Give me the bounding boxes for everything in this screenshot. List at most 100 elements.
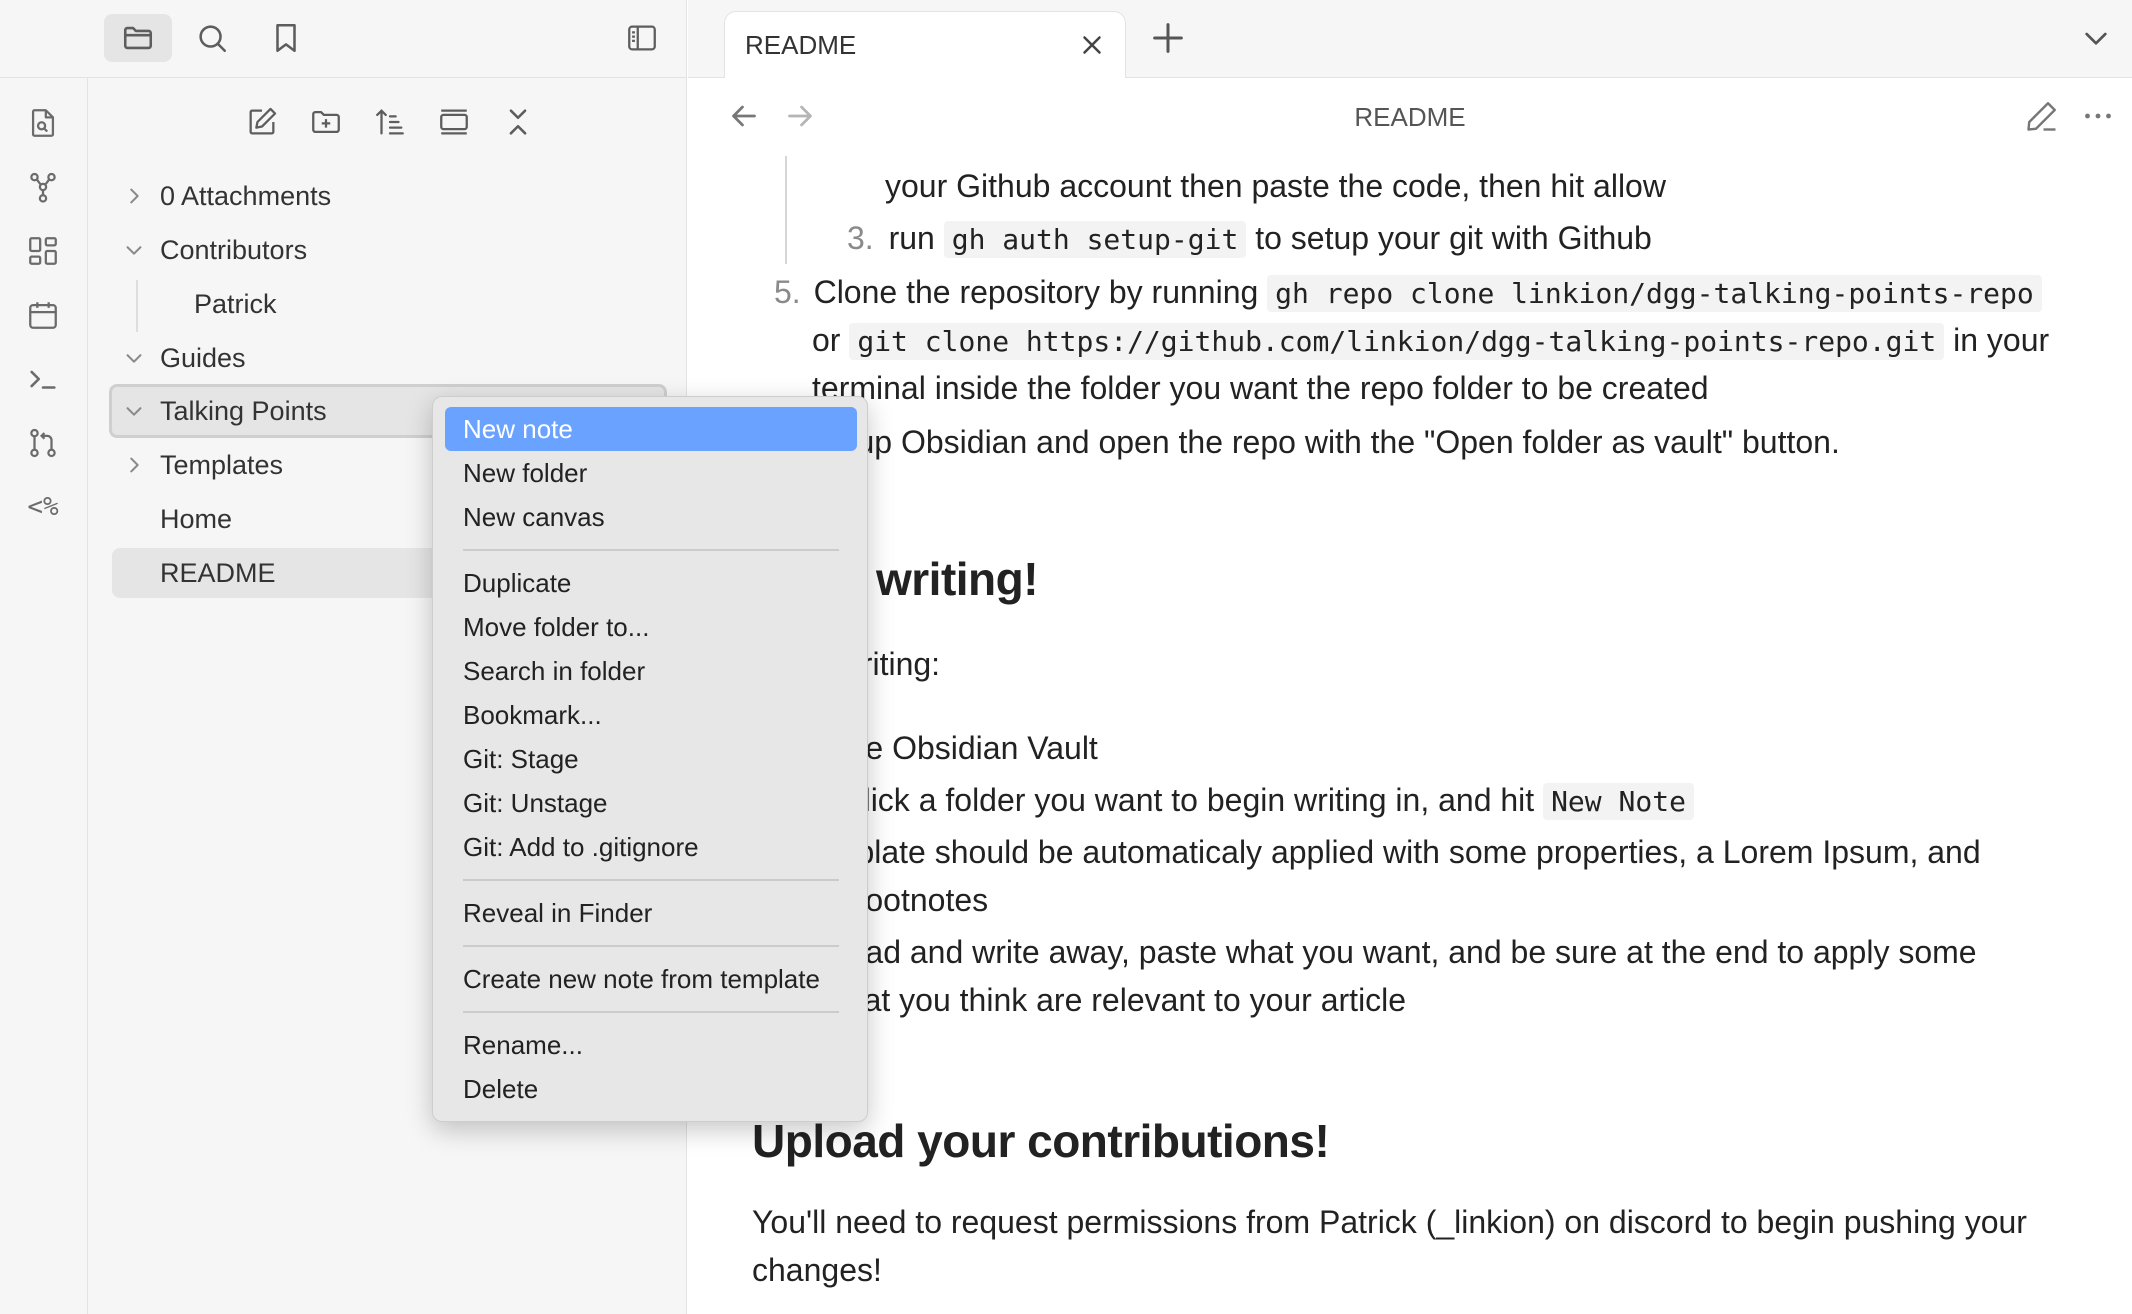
list-item: 3. run gh auth setup-git to setup your g… (847, 220, 1652, 258)
ribbon-git[interactable] (20, 420, 66, 466)
sort-icon (376, 109, 404, 135)
explorer-nav-buttons (238, 98, 542, 146)
folder-icon (123, 26, 153, 50)
ribbon-templater[interactable]: <% (20, 484, 66, 530)
sidebar-toggle-icon (628, 25, 656, 51)
menu-item-git-stage[interactable]: Git: Stage (445, 737, 857, 781)
file-search-icon (31, 109, 55, 137)
chevron-right-icon (112, 454, 156, 476)
close-icon[interactable] (1077, 30, 1107, 60)
sidebar-header (0, 0, 687, 78)
text-line: changes! (752, 1252, 882, 1288)
collapse-all-icon (440, 109, 468, 135)
chevron-down-icon (112, 400, 156, 422)
files-view-button[interactable] (104, 14, 172, 62)
list-item: emplate should be automaticaly applied w… (812, 834, 1981, 870)
sidebar-toggle-button[interactable] (608, 14, 676, 62)
new-folder-button[interactable] (302, 98, 350, 146)
collapse-all-button[interactable] (494, 98, 542, 146)
context-menu: New note New folder New canvas Duplicate… (432, 396, 868, 1122)
tab-title: README (745, 30, 857, 60)
text-line: You'll need to request permissions from … (752, 1204, 2027, 1240)
text-line: s that you think are relevant to your ar… (812, 982, 1407, 1018)
text-line: or git clone https://github.com/linkion/… (812, 322, 2050, 360)
menu-item-new-note[interactable]: New note (445, 407, 857, 451)
tree-folder-contributors[interactable]: Contributors (112, 225, 664, 275)
menu-item-bookmark[interactable]: Bookmark... (445, 693, 857, 737)
menu-separator (463, 945, 839, 947)
ribbon-quick-switcher[interactable] (20, 100, 66, 146)
tree-item-label: Contributors (160, 234, 308, 265)
pencil-icon[interactable] (2024, 98, 2060, 134)
ribbon-canvas[interactable] (20, 228, 66, 274)
menu-item-new-folder[interactable]: New folder (445, 451, 857, 495)
tree-file-patrick[interactable]: Patrick (112, 279, 664, 329)
menu-item-delete[interactable]: Delete (445, 1067, 857, 1111)
menu-item-new-from-template[interactable]: Create new note from template (445, 957, 857, 1001)
ribbon: <% (0, 78, 88, 1314)
view-header: README (688, 78, 2132, 156)
obsidian-window: <% 0 Attachments Contributors Patrick Gu… (0, 0, 2132, 1314)
heading-writing: writing! (876, 553, 1039, 605)
tree-item-label: Patrick (194, 288, 277, 319)
text-line: terminal inside the folder you want the … (812, 370, 1709, 406)
git-pull-request-icon (30, 428, 56, 458)
tree-item-label: 0 Attachments (160, 180, 332, 211)
auto-reveal-button[interactable] (430, 98, 478, 146)
text-line: en up Obsidian and open the repo with th… (812, 424, 1840, 460)
menu-item-git-unstage[interactable]: Git: Unstage (445, 781, 857, 825)
bookmark-icon (276, 23, 296, 53)
inline-code: git clone https://github.com/linkion/dgg… (849, 323, 1945, 360)
calendar-icon (29, 302, 57, 329)
menu-separator (463, 1011, 839, 1013)
view-title: README (1354, 102, 1466, 132)
menu-item-duplicate[interactable]: Duplicate (445, 561, 857, 605)
heading-upload: Upload your contributions! (752, 1115, 1330, 1167)
menu-separator (463, 879, 839, 881)
list-item: 5. Clone the repository by running gh re… (774, 272, 2042, 314)
list-indent-guide (785, 156, 787, 264)
ribbon-graph-view[interactable] (20, 164, 66, 210)
inline-code: gh repo clone linkion/dgg-talking-points… (1267, 275, 2042, 312)
tree-folder-guides[interactable]: Guides (112, 333, 664, 383)
list-number: 5. (774, 274, 801, 310)
search-view-button[interactable] (178, 14, 246, 62)
more-horizontal-icon[interactable] (2080, 98, 2116, 134)
menu-item-rename[interactable]: Rename... (445, 1023, 857, 1067)
tab-readme[interactable]: README (724, 11, 1126, 79)
chevron-down-icon (112, 347, 156, 369)
menu-item-new-canvas[interactable]: New canvas (445, 495, 857, 539)
tree-item-label: Talking Points (160, 395, 327, 426)
menu-item-git-add-gitignore[interactable]: Git: Add to .gitignore (445, 825, 857, 869)
plus-icon[interactable] (1148, 18, 1188, 58)
bookmarks-view-button[interactable] (252, 14, 320, 62)
tab-bar: README (688, 0, 2132, 79)
menu-item-reveal-in-finder[interactable]: Reveal in Finder (445, 891, 857, 935)
menu-item-move-folder[interactable]: Move folder to... (445, 605, 857, 649)
inline-code: gh auth setup-git (943, 221, 1247, 258)
note-content: your Github account then paste the code,… (688, 156, 2132, 1314)
tree-item-label: Guides (160, 342, 246, 373)
text-line: your Github account then paste the code,… (885, 168, 1666, 204)
chevron-down-icon (112, 239, 156, 261)
terminal-icon (30, 370, 56, 389)
tree-item-label: Home (160, 503, 233, 534)
new-note-button[interactable] (238, 98, 286, 146)
templater-icon: <% (27, 492, 59, 522)
expand-all-icon (509, 109, 527, 135)
inline-code: New Note (1543, 783, 1694, 820)
sort-button[interactable] (366, 98, 414, 146)
search-icon (199, 25, 227, 53)
ribbon-command-palette[interactable] (20, 356, 66, 402)
tree-folder-attachments[interactable]: 0 Attachments (112, 171, 664, 221)
list-item: nt click a folder you want to begin writ… (812, 780, 1694, 822)
list-item: ahead and write away, paste what you wan… (812, 934, 1977, 970)
menu-item-search-in-folder[interactable]: Search in folder (445, 649, 857, 693)
graph-icon (30, 172, 56, 203)
chevron-down-icon[interactable] (2080, 22, 2112, 54)
new-folder-icon (312, 110, 340, 134)
chevron-right-icon (112, 185, 156, 207)
layout-dashboard-icon (29, 237, 57, 265)
tree-item-label: README (160, 557, 276, 588)
ribbon-daily-note[interactable] (20, 292, 66, 338)
